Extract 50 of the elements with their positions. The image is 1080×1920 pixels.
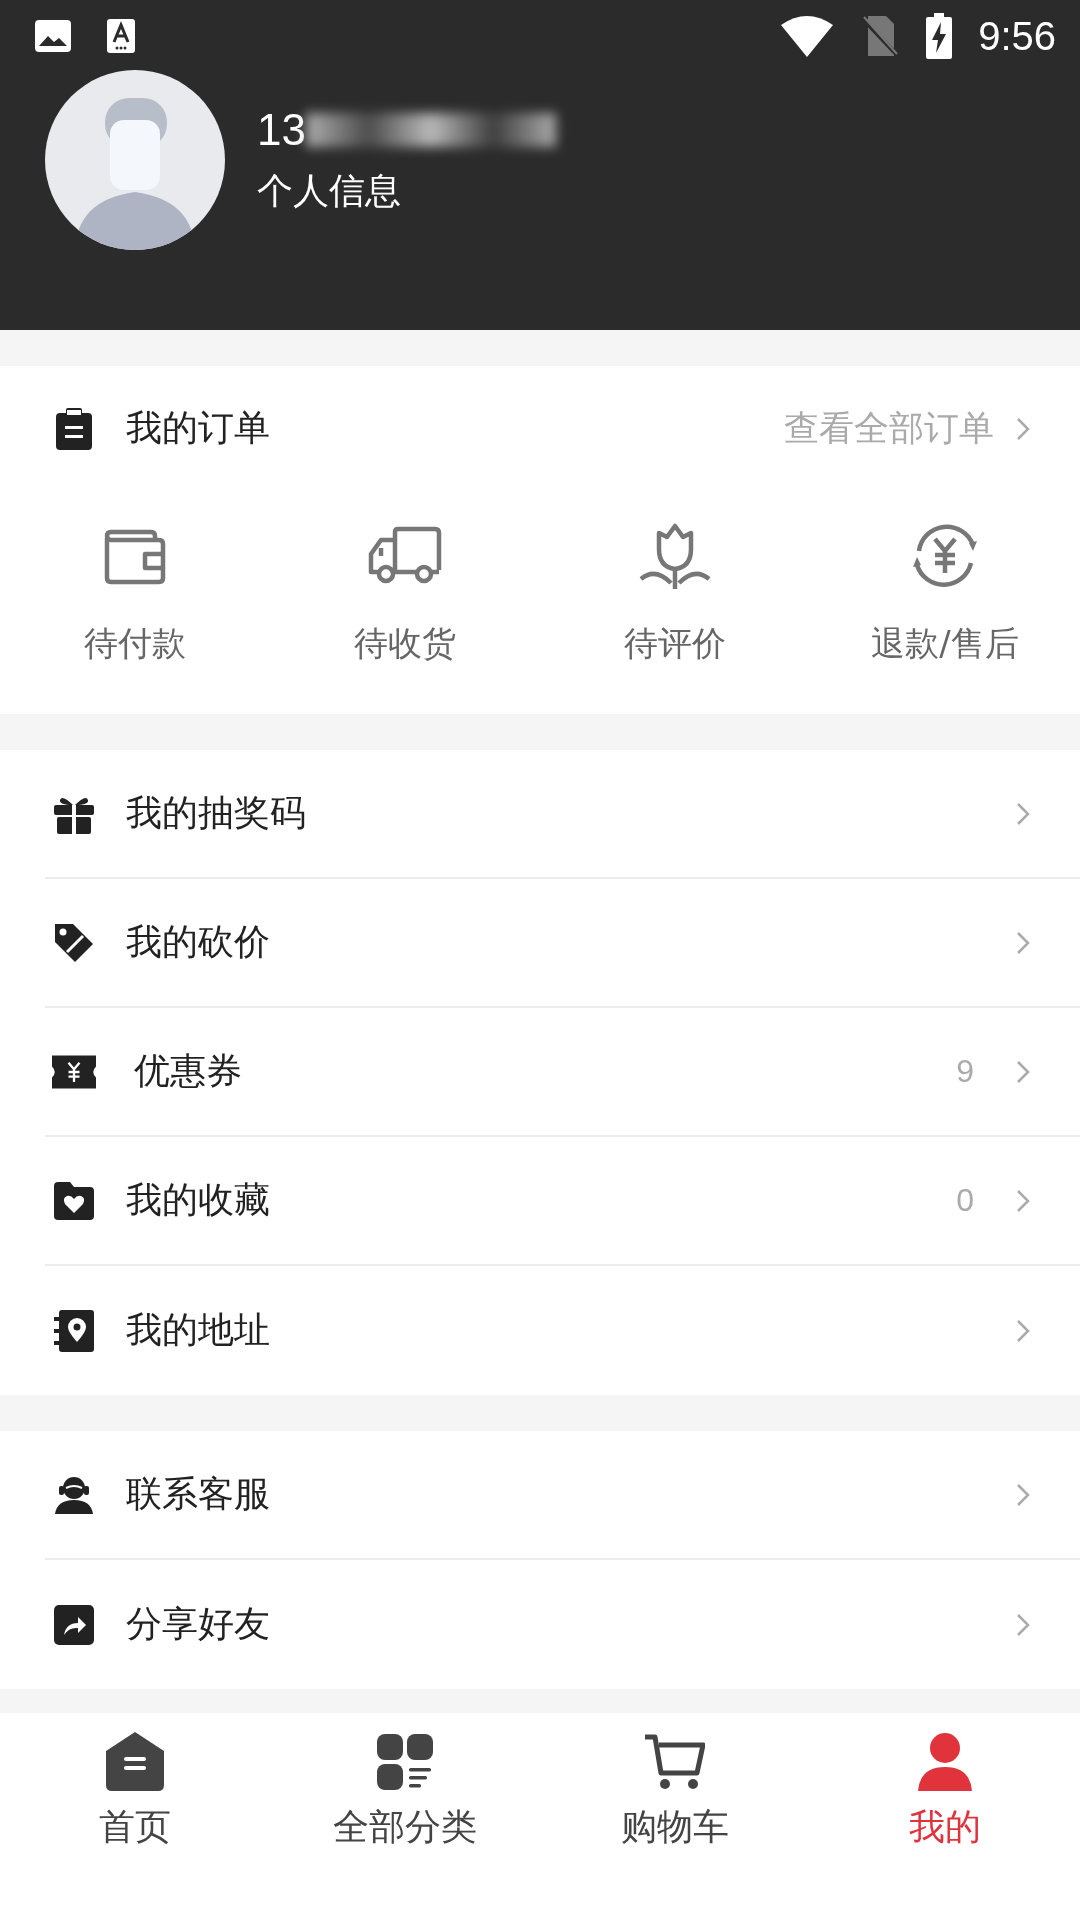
share-icon [52,1604,96,1645]
yen-ticket-icon [52,1053,96,1090]
tab[interactable]: 首页 [0,1731,270,1920]
chevron-right-icon [1016,1059,1030,1084]
order-status-label[interactable]: 退款/售后 [871,621,1019,667]
menu-item-label: 分享好友 [126,1602,271,1646]
heart-folder-icon [52,1181,96,1220]
item-count: 9 [956,1053,974,1090]
menu-item-label: 我的收藏 [126,1178,271,1222]
item-count: 0 [956,1182,974,1219]
menu-item[interactable]: 我的地址 [45,1266,1080,1395]
home-icon [104,1731,166,1793]
chevron-right-icon [1016,1318,1030,1343]
order-status-label[interactable]: 待评价 [624,621,726,667]
customer-service-icon [52,1475,96,1514]
menu-item[interactable]: 联系客服 [45,1431,1080,1560]
orders-title: 我的订单 [126,406,271,450]
chevron-right-icon [1016,1188,1030,1213]
image-icon [34,19,72,53]
order-status-label[interactable]: 待付款 [84,621,186,667]
menu-item-label: 我的砍价 [126,920,271,964]
menu-item[interactable]: 优惠券 9 [45,1008,1080,1137]
person-icon [918,1731,972,1793]
status-time: 9:56 [978,13,1056,59]
menu-item[interactable]: 我的收藏 0 [45,1137,1080,1266]
no-sim-icon [860,14,901,58]
menu-item[interactable]: 我的砍价 [45,879,1080,1008]
personal-info-link[interactable]: 个人信息 [257,166,556,216]
chevron-right-icon [1016,1482,1030,1507]
wifi-icon [780,15,835,57]
menu-item-label: 优惠券 [134,1049,243,1093]
chevron-right-icon [1016,801,1030,826]
chevron-right-icon [1016,416,1030,441]
order-status-label[interactable]: 待收货 [354,621,456,667]
location-book-icon [52,1309,96,1352]
battery-charging-icon [926,13,953,59]
menu-item[interactable]: 分享好友 [45,1560,1080,1689]
discount-tag-icon [52,921,96,964]
menu-item-label: 联系客服 [126,1472,271,1516]
menu-item[interactable]: 我的抽奖码 [45,750,1080,879]
chevron-right-icon [1016,1612,1030,1637]
menu-item-label: 我的抽奖码 [126,791,307,835]
chevron-right-icon [1016,930,1030,955]
category-grid-icon [377,1731,433,1793]
menu-item-label: 我的地址 [126,1308,271,1352]
tab[interactable]: 全部分类 [270,1731,540,1920]
tab[interactable]: 我的 [810,1731,1080,1920]
phone-number: 13 [257,104,306,155]
keyboard-icon [106,18,136,54]
tab[interactable]: 购物车 [540,1731,810,1920]
